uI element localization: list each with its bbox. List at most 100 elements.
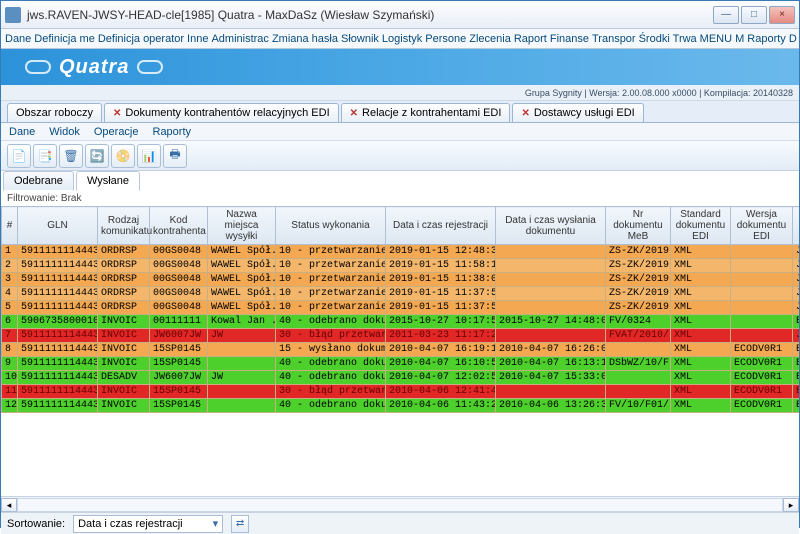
maximize-button[interactable]: □ [741, 6, 767, 24]
table-row[interactable]: 55911111114443ORDRSP00GS0048WAWEL Spół..… [2, 301, 800, 315]
column-header[interactable]: Nr dokumentu MeB [606, 207, 671, 245]
table-cell: JWS z HEAD [793, 287, 800, 301]
column-header[interactable]: Data i czas rejestracji [386, 207, 496, 245]
table-cell: ECODV0R1 [731, 385, 793, 399]
menu-item[interactable]: Środki Trwa [639, 33, 697, 45]
table-cell [606, 371, 671, 385]
toolbar-button[interactable]: 📄 [7, 144, 31, 168]
menu-item[interactable]: Dane [5, 33, 31, 45]
sort-direction-button[interactable]: ⇄ [231, 515, 249, 533]
table-cell: 10 - przetwarzanie .. [276, 259, 386, 273]
data-grid[interactable]: #GLNRodzaj komunikatuKod kontrahentaNazw… [1, 206, 799, 496]
close-tab-icon[interactable]: ✕ [350, 108, 358, 119]
app-banner: Quatra [1, 49, 799, 85]
minimize-button[interactable]: — [713, 6, 739, 24]
menu-item[interactable]: Raporty D [747, 33, 797, 45]
menu-item[interactable]: Słownik [341, 33, 379, 45]
table-cell: 40 - odebrano dokument [276, 371, 386, 385]
column-header[interactable]: Wersja dokumentu EDI [731, 207, 793, 245]
tab-received[interactable]: Odebrane [3, 171, 74, 191]
table-cell: ZS-ZK/2019... [606, 259, 671, 273]
table-row[interactable]: 125911111114443INVOIC15SP014540 - odebra… [2, 399, 800, 413]
toolbar-button[interactable]: 🗑 [59, 144, 83, 168]
table-row[interactable]: 85911111114443INVOIC15SP014515 - wysłano… [2, 343, 800, 357]
document-tab[interactable]: Obszar roboczy [7, 103, 102, 122]
menu-item[interactable]: Finanse [550, 33, 589, 45]
table-cell: 00111111 [150, 315, 208, 329]
menu-item[interactable]: Zlecenia [469, 33, 511, 45]
table-cell: ORDRSP [98, 287, 150, 301]
table-cell: Kowal Jan .. [208, 315, 276, 329]
table-row[interactable]: 65906735800010INVOIC00111111Kowal Jan ..… [2, 315, 800, 329]
toolbar-button[interactable]: 📑 [33, 144, 57, 168]
column-header[interactable]: Nazwa dostawcy usługi [793, 207, 800, 245]
column-header[interactable]: # [2, 207, 18, 245]
table-cell: ECOD EDI Ser.. [793, 385, 800, 399]
scroll-right-button[interactable]: ▸ [783, 498, 799, 512]
table-row[interactable]: 75911111114443INVOICJW6007JWJW30 - błąd … [2, 329, 800, 343]
menu-item[interactable]: Inne [187, 33, 208, 45]
table-cell: 5911111114443 [18, 371, 98, 385]
table-row[interactable]: 15911111114443ORDRSP00GS0048WAWEL Spół..… [2, 245, 800, 259]
column-header[interactable]: Rodzaj komunikatu [98, 207, 150, 245]
table-row[interactable]: 115911111114443INVOIC15SP014530 - błąd p… [2, 385, 800, 399]
sort-field-select[interactable]: Data i czas rejestracji [73, 515, 223, 533]
app-icon [5, 7, 21, 23]
toolbar-button[interactable]: 🔄 [85, 144, 109, 168]
column-header[interactable]: Kod kontrahenta [150, 207, 208, 245]
scroll-left-button[interactable]: ◂ [1, 498, 17, 512]
menu-item[interactable]: Zmiana hasła [272, 33, 338, 45]
table-row[interactable]: 35911111114443ORDRSP00GS0048WAWEL Spół..… [2, 273, 800, 287]
table-row[interactable]: 105911111114443DESADVJW6007JWJW40 - odeb… [2, 371, 800, 385]
toolbar-button[interactable]: 📀 [111, 144, 135, 168]
table-cell: WAWEL Spół.. [208, 287, 276, 301]
column-header[interactable]: Status wykonania [276, 207, 386, 245]
horizontal-scrollbar[interactable]: ◂ ▸ [1, 496, 799, 512]
close-button[interactable]: × [769, 6, 795, 24]
table-cell: JWS z HEAD [793, 329, 800, 343]
table-cell: INVOIC [98, 357, 150, 371]
toolbar-button[interactable]: 📊 [137, 144, 161, 168]
column-header[interactable]: GLN [18, 207, 98, 245]
column-header[interactable]: Data i czas wysłania dokumentu [496, 207, 606, 245]
table-cell [731, 301, 793, 315]
table-row[interactable]: 45911111114443ORDRSP00GS0048WAWEL Spół..… [2, 287, 800, 301]
menu-item[interactable]: Transpor [592, 33, 636, 45]
table-cell: 5911111114443 [18, 399, 98, 413]
table-cell: JWS z HEAD [793, 273, 800, 287]
document-tab[interactable]: ✕Relacje z kontrahentami EDI [341, 103, 511, 122]
column-header[interactable]: Standard dokumentu EDI [671, 207, 731, 245]
menu-item[interactable]: Persone [425, 33, 466, 45]
submenu-item[interactable]: Raporty [153, 126, 192, 138]
table-cell: 5911111114443 [18, 259, 98, 273]
toolbar-button[interactable]: 🖶 [163, 144, 187, 168]
submenu-item[interactable]: Dane [9, 126, 35, 138]
menu-item[interactable]: MENU M [700, 33, 745, 45]
close-tab-icon[interactable]: ✕ [521, 108, 529, 119]
table-cell: 5911111114443 [18, 329, 98, 343]
menu-item[interactable]: Logistyk [382, 33, 422, 45]
table-cell: 10 - przetwarzanie .. [276, 245, 386, 259]
scroll-track[interactable] [17, 498, 783, 512]
table-cell [496, 385, 606, 399]
document-tab[interactable]: ✕Dostawcy usługi EDI [512, 103, 643, 122]
tab-sent[interactable]: Wysłane [76, 171, 140, 191]
close-tab-icon[interactable]: ✕ [113, 108, 121, 119]
menu-item[interactable]: Definicja operator [98, 33, 184, 45]
sort-bar: Sortowanie: Data i czas rejestracji ⇄ [1, 512, 799, 534]
submenu-item[interactable]: Operacje [94, 126, 139, 138]
menu-item[interactable]: Administrac [211, 33, 268, 45]
table-cell: 11 [2, 385, 18, 399]
table-row[interactable]: 25911111114443ORDRSP00GS0048WAWEL Spół..… [2, 259, 800, 273]
table-cell: DSbWZ/10/F.. [606, 357, 671, 371]
submenu-item[interactable]: Widok [49, 126, 80, 138]
toolbar: 📄📑🗑🔄📀📊🖶 [1, 141, 799, 171]
menu-item[interactable]: Raport [514, 33, 547, 45]
table-cell [496, 287, 606, 301]
column-header[interactable]: Nazwa miejsca wysyłki [208, 207, 276, 245]
table-cell: ECOD EDI Ser.. [793, 343, 800, 357]
table-cell: 8 [2, 343, 18, 357]
menu-item[interactable]: Definicja me [34, 33, 95, 45]
document-tab[interactable]: ✕Dokumenty kontrahentów relacyjnych EDI [104, 103, 339, 122]
table-row[interactable]: 95911111114443INVOIC15SP014540 - odebran… [2, 357, 800, 371]
